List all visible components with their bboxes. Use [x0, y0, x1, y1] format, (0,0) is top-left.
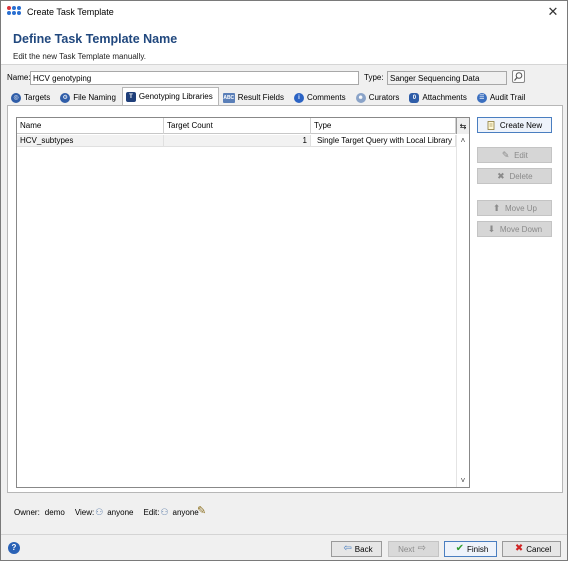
- delete-icon: ✖: [497, 170, 505, 181]
- cancel-label: Cancel: [526, 544, 552, 554]
- close-icon[interactable]: ✕: [545, 4, 561, 20]
- name-label: Name:: [7, 73, 31, 82]
- search-icon: [514, 72, 523, 81]
- new-document-icon: [487, 120, 496, 130]
- edit-permission-label: Edit:: [143, 507, 160, 517]
- name-type-row: Name: HCV genotyping Type: Sanger Sequen…: [7, 70, 563, 85]
- arrow-left-icon: ⇦: [343, 543, 352, 554]
- tab-label: Genotyping Libraries: [138, 92, 213, 101]
- tab-curators[interactable]: ☻ Curators: [352, 89, 406, 105]
- column-header-target-count[interactable]: Target Count: [164, 118, 311, 134]
- scroll-up-icon[interactable]: ˄: [457, 135, 469, 147]
- tab-label: Result Fields: [237, 93, 284, 102]
- tab-label: Attachments: [422, 93, 467, 102]
- checkmark-icon: ✔: [455, 543, 465, 554]
- next-label: Next: [398, 544, 415, 554]
- wizard-header: Define Task Template Name Edit the new T…: [1, 23, 567, 65]
- create-new-button[interactable]: Create New: [477, 117, 552, 133]
- column-chooser-icon[interactable]: ⇆: [456, 118, 469, 134]
- tab-label: Curators: [368, 93, 400, 102]
- tab-comments[interactable]: i Comments: [290, 89, 352, 105]
- type-field: Sanger Sequencing Data: [387, 71, 507, 85]
- table-row[interactable]: HCV_subtypes 1 Single Target Query with …: [17, 135, 456, 147]
- finish-button[interactable]: ✔ Finish: [444, 541, 497, 557]
- cell-name: HCV_subtypes: [17, 135, 164, 147]
- wizard-footer: ? ⇦ Back Next ⇨ ✔ Finish ✖ Cancel: [1, 534, 567, 560]
- move-down-button[interactable]: ⬇ Move Down: [477, 221, 552, 237]
- arrow-down-icon: ⬇: [487, 223, 496, 234]
- tab-result-fields[interactable]: ABC Result Fields: [219, 89, 290, 105]
- view-value[interactable]: anyone: [107, 508, 133, 517]
- audit-trail-icon: ☰: [476, 92, 487, 103]
- help-icon[interactable]: ?: [8, 542, 20, 554]
- tab-file-naming[interactable]: ⚙ File Naming: [56, 89, 122, 105]
- scroll-down-icon[interactable]: ˅: [457, 475, 469, 487]
- edit-icon: ✎: [501, 149, 510, 160]
- delete-button[interactable]: ✖ Delete: [477, 168, 552, 184]
- genotyping-libraries-icon: T: [125, 91, 136, 102]
- delete-label: Delete: [509, 171, 533, 181]
- select-type-button[interactable]: [512, 70, 525, 83]
- back-label: Back: [354, 544, 373, 554]
- edit-permissions-icon[interactable]: ✎: [197, 505, 209, 517]
- table-header: Name Target Count Type ⇆: [17, 118, 469, 134]
- curators-icon: ☻: [355, 92, 366, 103]
- edit-button[interactable]: ✎ Edit: [477, 147, 552, 163]
- file-naming-icon: ⚙: [60, 92, 71, 103]
- owner-value: demo: [44, 507, 65, 517]
- owner-label: Owner:: [14, 507, 40, 517]
- app-logo-icon: [7, 5, 21, 19]
- targets-icon: ◎: [11, 92, 21, 103]
- edit-permission-value[interactable]: anyone: [173, 508, 199, 517]
- dialog-window: Create Task Template ✕ Define Task Templ…: [0, 0, 568, 561]
- cell-target-count: 1: [164, 135, 311, 147]
- permissions-row: Owner: demo View: ⚇ anyone Edit: ⚇ anyon…: [14, 505, 199, 519]
- result-fields-icon: ABC: [222, 92, 235, 103]
- name-input[interactable]: HCV genotyping: [30, 71, 359, 85]
- tab-audit-trail[interactable]: ☰ Audit Trail: [473, 89, 532, 105]
- back-button[interactable]: ⇦ Back: [331, 541, 382, 557]
- tab-attachments[interactable]: 0 Attachments: [405, 89, 472, 105]
- type-label: Type:: [364, 73, 384, 82]
- tab-label: Comments: [307, 93, 346, 102]
- title-bar: Create Task Template ✕: [1, 1, 567, 23]
- next-button[interactable]: Next ⇨: [388, 541, 439, 557]
- column-header-type[interactable]: Type: [311, 118, 456, 134]
- group-icon: ⚇: [95, 506, 104, 517]
- tab-targets[interactable]: ◎ Targets: [7, 89, 56, 105]
- arrow-up-icon: ⬆: [492, 202, 501, 213]
- window-title: Create Task Template: [27, 7, 114, 17]
- arrow-right-icon: ⇨: [417, 543, 426, 554]
- cancel-button[interactable]: ✖ Cancel: [502, 541, 561, 557]
- tab-genotyping-libraries[interactable]: T Genotyping Libraries: [121, 87, 219, 105]
- column-header-name[interactable]: Name: [17, 118, 164, 134]
- edit-label: Edit: [514, 150, 528, 160]
- info-icon: i: [294, 92, 304, 103]
- tab-label: Audit Trail: [489, 93, 526, 102]
- tab-bar: ◎ Targets ⚙ File Naming T Genotyping Lib…: [7, 87, 532, 105]
- attachments-icon: 0: [409, 92, 420, 103]
- tab-label: Targets: [24, 93, 51, 102]
- genotyping-libraries-panel: Name Target Count Type ⇆ HCV_subtypes 1 …: [7, 105, 563, 493]
- tab-label: File Naming: [73, 93, 116, 102]
- cancel-x-icon: ✖: [514, 543, 524, 554]
- move-up-button[interactable]: ⬆ Move Up: [477, 200, 552, 216]
- group-icon: ⚇: [160, 506, 169, 517]
- move-up-label: Move Up: [504, 203, 537, 213]
- page-title: Define Task Template Name: [13, 32, 178, 46]
- move-down-label: Move Down: [499, 224, 543, 234]
- vertical-scrollbar[interactable]: ˄ ˅: [456, 135, 469, 487]
- view-label: View:: [74, 507, 95, 517]
- create-new-label: Create New: [499, 120, 543, 130]
- finish-label: Finish: [467, 544, 489, 554]
- page-subtitle: Edit the new Task Template manually.: [13, 52, 146, 61]
- cell-type: Single Target Query with Local Library: [311, 135, 456, 147]
- libraries-table: Name Target Count Type ⇆ HCV_subtypes 1 …: [16, 117, 470, 488]
